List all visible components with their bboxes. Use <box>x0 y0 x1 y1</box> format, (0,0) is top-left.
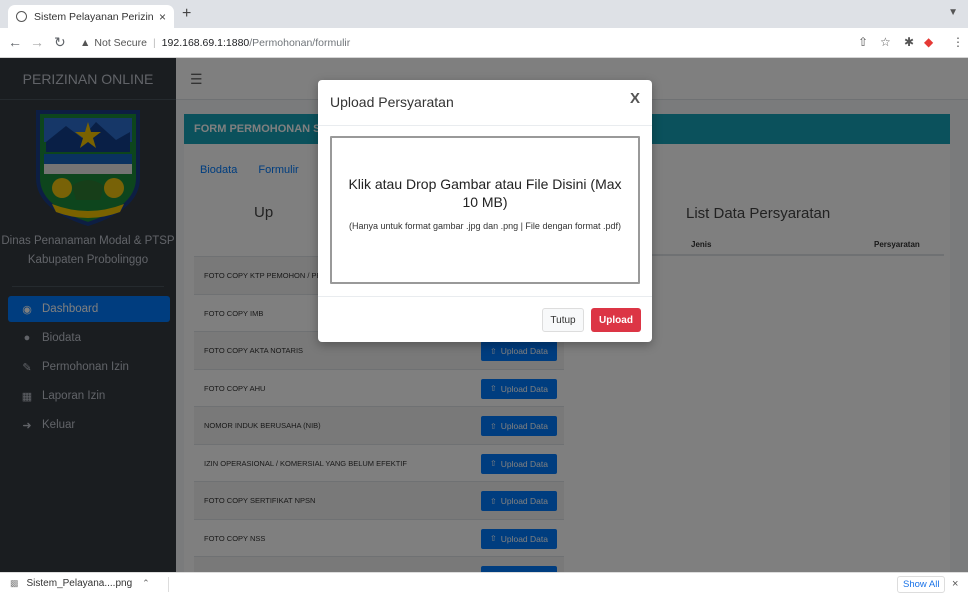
file-dropzone[interactable]: Klik atau Drop Gambar atau File Disini (… <box>330 136 640 284</box>
download-item[interactable]: ▩ Sistem_Pelayana....png ⌃ <box>10 578 150 589</box>
downloads-bar: ▩ Sistem_Pelayana....png ⌃ Show All × <box>0 572 968 595</box>
back-icon[interactable]: ← <box>8 34 22 50</box>
url-separator: | <box>152 37 156 49</box>
extension-diamond-icon[interactable]: ◆ <box>924 35 933 49</box>
url-host: 192.168.69.1:1880 <box>161 37 250 49</box>
new-tab-button[interactable]: + <box>182 5 191 23</box>
tutup-button[interactable]: Tutup <box>542 308 584 332</box>
browser-tab[interactable]: Sistem Pelayanan Perizinan On × <box>8 5 174 28</box>
warning-icon: ▲ <box>80 37 91 49</box>
bookmark-star-icon[interactable]: ☆ <box>880 35 891 49</box>
file-icon: ▩ <box>10 578 19 588</box>
modal-header: Upload Persyaratan X <box>318 80 652 126</box>
globe-icon <box>16 11 27 22</box>
tab-close-icon[interactable]: × <box>159 10 166 24</box>
downloads-divider <box>168 577 169 592</box>
tab-search-chevron-icon[interactable]: ▼ <box>948 7 958 18</box>
chevron-up-icon[interactable]: ⌃ <box>142 578 150 589</box>
reload-icon[interactable]: ↻ <box>54 34 66 51</box>
forward-icon[interactable]: → <box>30 34 44 50</box>
dropzone-hint: (Hanya untuk format gambar .jpg dan .png… <box>349 221 621 231</box>
extensions-icon[interactable]: ✱ <box>904 35 914 49</box>
modal-close-button[interactable]: X <box>630 90 640 107</box>
downloads-close-icon[interactable]: × <box>952 578 958 590</box>
show-all-button[interactable]: Show All <box>897 576 946 593</box>
modal-title: Upload Persyaratan <box>330 94 454 110</box>
url-path: /Permohonan/formulir <box>249 37 351 49</box>
browser-tab-bar: Sistem Pelayanan Perizinan On × + ▼ <box>0 0 968 28</box>
upload-button[interactable]: Upload <box>591 308 641 332</box>
tab-title: Sistem Pelayanan Perizinan On <box>34 10 153 23</box>
address-bar: ← → ↻ ▲ Not Secure | 192.168.69.1:1880 /… <box>0 28 968 58</box>
upload-modal: Upload Persyaratan X Klik atau Drop Gamb… <box>318 80 652 342</box>
share-icon[interactable]: ⇧ <box>858 35 868 49</box>
dropzone-message: Klik atau Drop Gambar atau File Disini (… <box>348 176 622 210</box>
download-filename: Sistem_Pelayana....png <box>26 578 133 589</box>
browser-menu-icon[interactable]: ⋮ <box>952 35 964 49</box>
not-secure-label: Not Secure <box>94 37 147 49</box>
modal-footer: Tutup Upload <box>318 296 652 342</box>
url-field[interactable]: ▲ Not Secure | 192.168.69.1:1880 /Permoh… <box>80 32 870 54</box>
